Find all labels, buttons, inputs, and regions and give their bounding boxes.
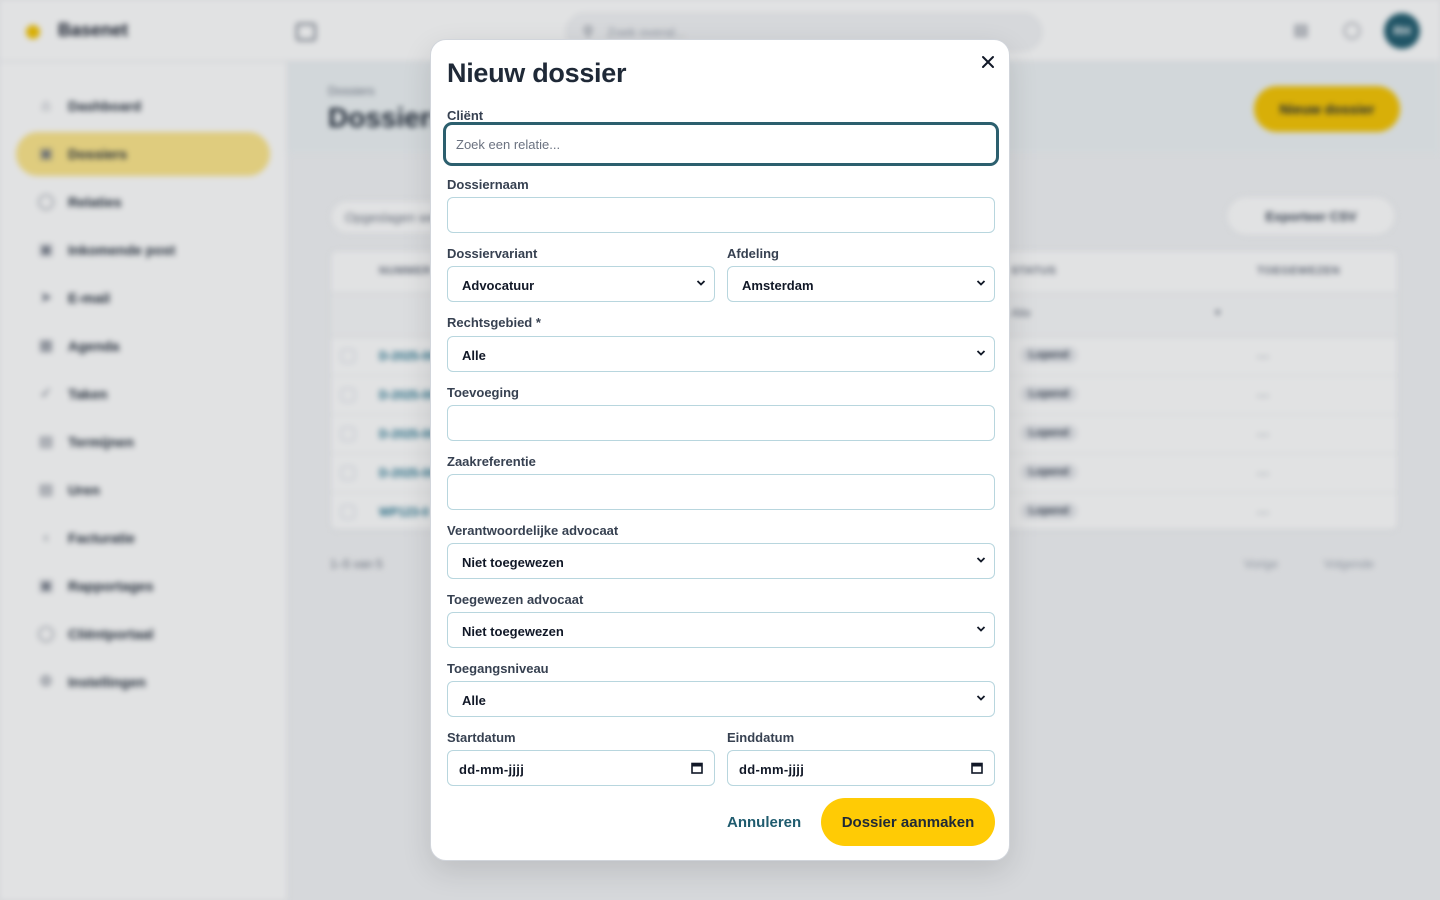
toegewezen-advocaat-select[interactable]: Niet toegewezen — [447, 612, 995, 648]
afdeling-label: Afdeling — [727, 246, 779, 261]
client-search-field[interactable] — [443, 122, 999, 166]
dossiervariant-label: Dossiervariant — [447, 246, 538, 261]
calendar-icon[interactable] — [691, 761, 703, 774]
startdatum-value: dd-mm-jjjj — [459, 762, 525, 777]
dossiervariant-value: Advocatuur — [462, 278, 535, 293]
toegangsniveau-label: Toegangsniveau — [447, 661, 549, 676]
client-search-input[interactable] — [456, 125, 986, 163]
rechtsgebied-value: Alle — [462, 348, 486, 363]
verantwoordelijke-advocaat-select[interactable]: Niet toegewezen — [447, 543, 995, 579]
startdatum-input[interactable]: dd-mm-jjjj — [447, 750, 715, 786]
cancel-button[interactable]: Annuleren — [727, 812, 801, 832]
zaakreferentie-input[interactable] — [447, 474, 995, 510]
toevoeging-input[interactable] — [447, 405, 995, 441]
chevron-down-icon — [696, 276, 706, 290]
toegewezen-advocaat-value: Niet toegewezen — [462, 624, 564, 639]
afdeling-select[interactable]: Amsterdam — [727, 266, 995, 302]
verantwoordelijke-advocaat-value: Niet toegewezen — [462, 555, 564, 570]
chevron-down-icon — [976, 691, 986, 705]
chevron-down-icon — [976, 346, 986, 360]
toegangsniveau-value: Alle — [462, 693, 486, 708]
close-icon[interactable] — [977, 52, 999, 74]
dialog-title: Nieuw dossier — [447, 58, 627, 88]
dossiervariant-select[interactable]: Advocatuur — [447, 266, 715, 302]
einddatum-input[interactable]: dd-mm-jjjj — [727, 750, 995, 786]
toegewezen-advocaat-label: Toegewezen advocaat — [447, 592, 584, 607]
afdeling-value: Amsterdam — [742, 278, 814, 293]
new-dossier-dialog: Nieuw dossier Cliënt Dossiernaam Dossier… — [430, 39, 1010, 861]
rechtsgebied-label: Rechtsgebied * — [447, 315, 541, 330]
einddatum-label: Einddatum — [727, 730, 795, 745]
toevoeging-label: Toevoeging — [447, 385, 519, 400]
toegangsniveau-select[interactable]: Alle — [447, 681, 995, 717]
dossiernaam-input[interactable] — [447, 197, 995, 233]
rechtsgebied-select[interactable]: Alle — [447, 336, 995, 372]
calendar-icon[interactable] — [971, 761, 983, 774]
startdatum-label: Startdatum — [447, 730, 516, 745]
dossiernaam-label: Dossiernaam — [447, 177, 529, 192]
verantwoordelijke-advocaat-label: Verantwoordelijke advocaat — [447, 523, 619, 538]
zaakreferentie-label: Zaakreferentie — [447, 454, 536, 469]
client-label: Cliënt — [447, 108, 484, 123]
einddatum-value: dd-mm-jjjj — [739, 762, 805, 777]
chevron-down-icon — [976, 553, 986, 567]
chevron-down-icon — [976, 622, 986, 636]
create-dossier-button[interactable]: Dossier aanmaken — [821, 798, 995, 846]
chevron-down-icon — [976, 276, 986, 290]
